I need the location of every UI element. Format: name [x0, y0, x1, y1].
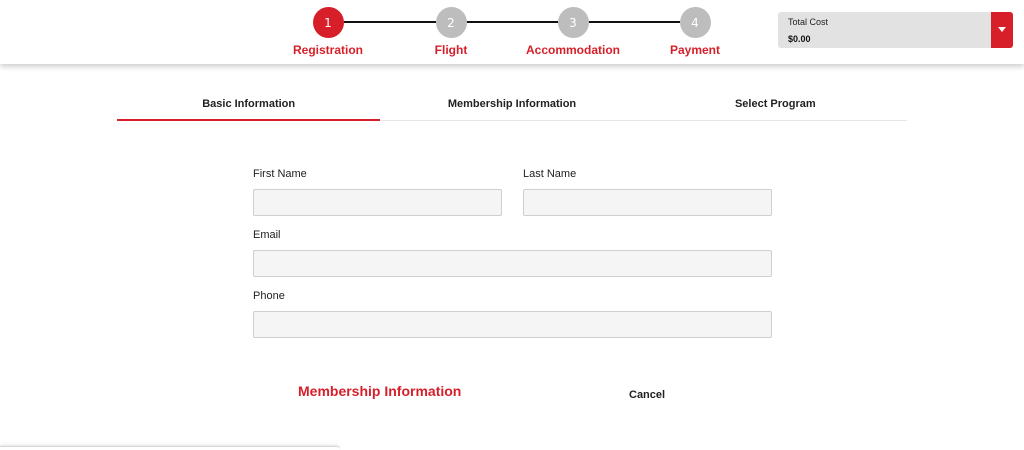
phone-label: Phone [253, 290, 285, 302]
total-cost-widget: Total Cost $0.00 [778, 12, 1013, 48]
step-registration[interactable]: 1 Registration [268, 7, 388, 57]
tab-basic-information[interactable]: Basic Information [117, 86, 381, 121]
cancel-button[interactable]: Cancel [629, 389, 665, 401]
step-number-circle: 1 [312, 7, 344, 38]
step-number-circle: 3 [557, 7, 589, 38]
phone-input[interactable] [253, 311, 772, 338]
chevron-down-icon [998, 27, 1006, 32]
step-label: Registration [292, 43, 363, 57]
step-accommodation[interactable]: 3 Accommodation [513, 7, 633, 57]
step-label: Flight [434, 43, 468, 57]
total-cost-label: Total Cost [788, 17, 829, 27]
next-membership-information-button[interactable]: Membership Information [298, 383, 461, 399]
step-label: Accommodation [525, 43, 620, 57]
scroll-edge-shadow [0, 446, 340, 450]
total-cost-toggle-button[interactable] [991, 12, 1013, 48]
tab-membership-information[interactable]: Membership Information [380, 86, 643, 120]
step-payment[interactable]: 4 Payment [635, 7, 755, 57]
first-name-label: First Name [253, 168, 307, 180]
step-flight[interactable]: 2 Flight [391, 7, 511, 57]
last-name-input[interactable] [523, 189, 772, 216]
top-header: 1 Registration 2 Flight 3 Accommodation … [0, 0, 1024, 64]
form-tabs: Basic Information Membership Information… [117, 86, 907, 121]
email-label: Email [253, 229, 281, 241]
step-number-circle: 4 [679, 7, 711, 38]
step-label: Payment [669, 43, 721, 57]
first-name-input[interactable] [253, 189, 502, 216]
step-number-circle: 2 [435, 7, 467, 38]
email-input[interactable] [253, 250, 772, 277]
tab-select-program[interactable]: Select Program [644, 86, 907, 120]
total-cost-value: $0.00 [788, 34, 811, 44]
last-name-label: Last Name [523, 168, 577, 180]
